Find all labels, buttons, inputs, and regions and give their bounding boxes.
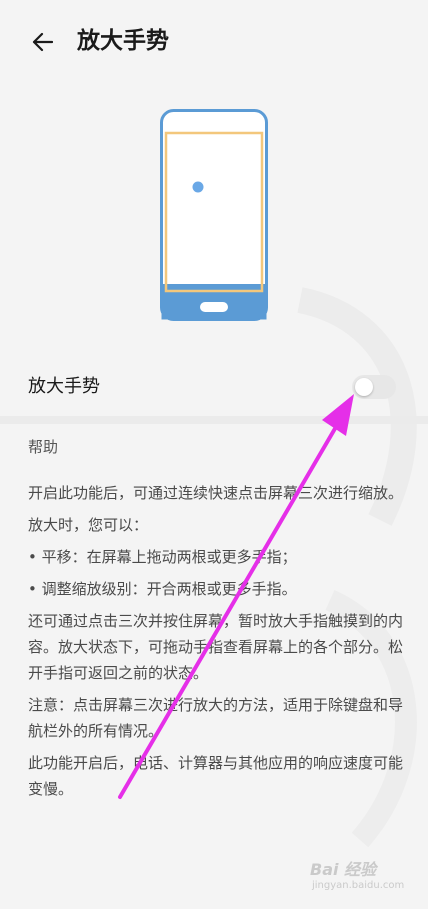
home-button-icon bbox=[200, 302, 228, 312]
phone-illustration bbox=[160, 109, 268, 321]
section-divider bbox=[0, 416, 428, 424]
watermark-url: jingyan.baidu.com bbox=[312, 880, 405, 891]
help-paragraph: 开启此功能后，可通过连续快速点击屏幕三次进行缩放。 bbox=[28, 484, 404, 502]
back-arrow-icon bbox=[32, 32, 53, 52]
magnification-gesture-row[interactable]: 放大手势 bbox=[0, 358, 428, 416]
header-bar: 放大手势 bbox=[0, 0, 428, 84]
help-section: 帮助 开启此功能后，可通过连续快速点击屏幕三次进行缩放。 放大时，您可以： • … bbox=[28, 434, 404, 808]
touch-dot-icon bbox=[192, 181, 204, 193]
help-paragraph: • 调整缩放级别：开合两根或更多手指。 bbox=[28, 580, 297, 598]
magnification-toggle[interactable] bbox=[352, 375, 396, 399]
page-title: 放大手势 bbox=[77, 28, 169, 54]
toggle-knob bbox=[355, 378, 373, 396]
help-title: 帮助 bbox=[28, 438, 59, 456]
help-paragraph: 还可通过点击三次并按住屏幕，暂时放大手指触摸到的内容。放大状态下，可拖动手指查看… bbox=[28, 612, 404, 682]
help-paragraph: 放大时，您可以： bbox=[28, 516, 149, 534]
help-paragraph: 注意：点击屏幕三次进行放大的方法，适用于除键盘和导航栏外的所有情况。 bbox=[28, 696, 404, 740]
toggle-label: 放大手势 bbox=[28, 376, 100, 397]
help-paragraph: 此功能开启后，电话、计算器与其他应用的响应速度可能变慢。 bbox=[28, 754, 404, 798]
help-paragraph: • 平移：在屏幕上拖动两根或更多手指； bbox=[28, 548, 297, 566]
back-button[interactable] bbox=[24, 24, 60, 60]
watermark-brand: Bai 经验 bbox=[310, 860, 377, 879]
